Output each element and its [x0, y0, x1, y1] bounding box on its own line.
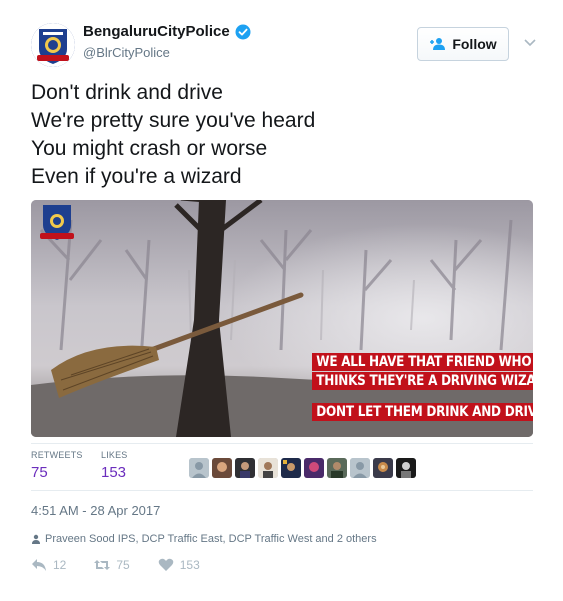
display-name[interactable]: BengaluruCityPolice	[83, 23, 230, 40]
retweets-stat[interactable]: RETWEETS 75	[31, 450, 83, 481]
avatar[interactable]	[304, 458, 324, 478]
misty-forest-illustration	[31, 200, 533, 437]
media-banner-line: THINKS THEY'RE A DRIVING WIZARD	[312, 372, 533, 390]
divider	[31, 490, 533, 491]
tweet-actions: 12 75 153	[31, 556, 228, 574]
avatar[interactable]	[281, 458, 301, 478]
tweet-timestamp[interactable]: 4:51 AM - 28 Apr 2017	[31, 503, 160, 518]
avatar[interactable]	[258, 458, 278, 478]
tweet-line: You might crash or worse	[31, 137, 268, 160]
avatar[interactable]	[373, 458, 393, 478]
retweet-icon	[94, 560, 111, 570]
likes-count: 153	[101, 464, 127, 481]
tweet-header: BengaluruCityPolice @BlrCityPolice Follo…	[31, 21, 541, 71]
likes-stat[interactable]: LIKES 153	[101, 450, 128, 481]
tweet-media-image[interactable]: WE ALL HAVE THAT FRIEND WHO THINKS THEY'…	[31, 200, 533, 437]
avatar[interactable]	[212, 458, 232, 478]
mentioned-users[interactable]: Praveen Sood IPS, DCP Traffic East, DCP …	[31, 533, 377, 545]
follow-button-label: Follow	[452, 36, 497, 52]
retweet-count: 75	[116, 558, 130, 572]
like-count: 153	[179, 558, 200, 572]
likes-label: LIKES	[101, 450, 128, 460]
avatar[interactable]	[235, 458, 255, 478]
mentioned-users-text: Praveen Sood IPS, DCP Traffic East, DCP …	[45, 533, 377, 545]
user-handle[interactable]: @BlrCityPolice	[83, 45, 170, 60]
reply-icon	[32, 559, 46, 571]
profile-avatar[interactable]	[31, 23, 75, 67]
heart-icon	[158, 558, 174, 571]
avatar[interactable]	[327, 458, 347, 478]
tweet-line: We're pretty sure you've heard	[31, 109, 316, 132]
tweet-line: Even if you're a wizard	[31, 165, 242, 188]
chevron-down-icon[interactable]	[523, 35, 537, 49]
verified-badge-icon	[235, 24, 251, 39]
reply-button[interactable]: 12	[31, 558, 66, 572]
media-banner-line: DONT LET THEM DRINK AND DRIVE.	[312, 403, 533, 421]
person-icon	[32, 534, 40, 544]
avatar[interactable]	[396, 458, 416, 478]
media-banner-line: WE ALL HAVE THAT FRIEND WHO	[312, 353, 533, 371]
retweets-label: RETWEETS	[31, 450, 83, 460]
like-button[interactable]: 153	[158, 558, 200, 572]
follow-button[interactable]: Follow	[417, 27, 509, 61]
liker-avatars	[189, 458, 416, 478]
reply-count: 12	[53, 558, 67, 572]
avatar[interactable]	[189, 458, 209, 478]
add-user-icon	[430, 38, 446, 50]
tweet-line: Don't drink and drive	[31, 81, 223, 104]
retweets-count: 75	[31, 464, 48, 481]
divider	[31, 443, 533, 444]
tweet-stats: RETWEETS 75 LIKES 153	[31, 450, 533, 490]
retweet-button[interactable]: 75	[94, 558, 130, 572]
avatar[interactable]	[350, 458, 370, 478]
tweet-text: Don't drink and drive We're pretty sure …	[31, 79, 531, 191]
